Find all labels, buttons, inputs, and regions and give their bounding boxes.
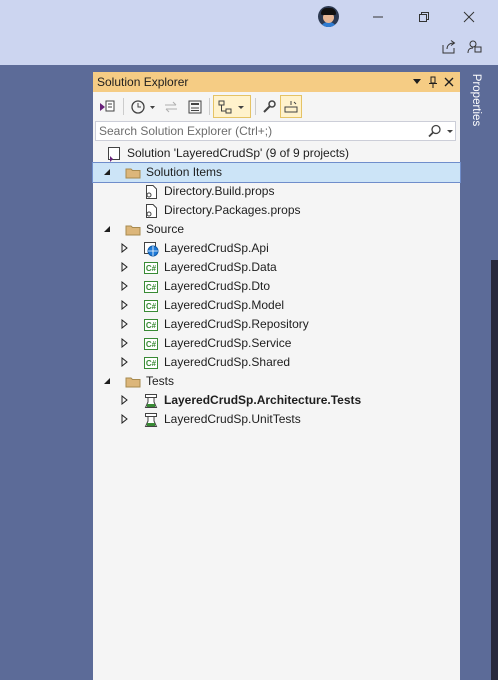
tree-item-label: LayeredCrudSp.Dto [164, 279, 271, 293]
expanded-arrow-icon[interactable] [102, 224, 112, 234]
tree-item-label: Tests [146, 374, 175, 388]
panel-toolbar [93, 92, 460, 121]
tree-item-label: Directory.Packages.props [164, 203, 301, 217]
tree-item-api[interactable]: LayeredCrudSp.Api [93, 239, 460, 258]
expanded-arrow-icon[interactable] [102, 376, 112, 386]
props-file-icon [146, 204, 157, 218]
collapsed-arrow-icon[interactable] [120, 262, 130, 272]
search-options-chevron-down-icon[interactable] [445, 124, 455, 138]
minimize-icon[interactable] [366, 6, 390, 28]
folder-icon [125, 168, 141, 179]
props-file-icon [146, 185, 157, 199]
csharp-project-icon: C# [144, 281, 158, 293]
svg-text:C#: C# [146, 302, 157, 311]
tree-item-label: LayeredCrudSp.Model [164, 298, 285, 312]
tree-item-dto[interactable]: C# LayeredCrudSp.Dto [93, 277, 460, 296]
tree-item-label: LayeredCrudSp.UnitTests [164, 412, 301, 426]
user-avatar[interactable] [318, 6, 339, 27]
tree-item-directory-build-props[interactable]: Directory.Build.props [93, 182, 460, 201]
dropdown-icon[interactable] [409, 74, 425, 90]
tree-item-solution[interactable]: Solution 'LayeredCrudSp' (9 of 9 project… [93, 144, 460, 163]
csharp-project-icon: C# [144, 300, 158, 312]
show-all-files-icon[interactable] [213, 95, 251, 118]
properties-wrench-icon[interactable] [259, 96, 279, 117]
tree-item-label: Solution 'LayeredCrudSp' (9 of 9 project… [127, 146, 350, 160]
switch-views-icon[interactable] [97, 96, 117, 117]
close-icon[interactable] [457, 6, 481, 28]
svg-text:C#: C# [146, 264, 157, 273]
svg-text:C#: C# [146, 359, 157, 368]
svg-text:C#: C# [146, 283, 157, 292]
scrollbar-thumb[interactable] [491, 260, 498, 680]
collapsed-arrow-icon[interactable] [120, 300, 130, 310]
tree-item-tests[interactable]: Tests [93, 372, 460, 391]
search-icon[interactable] [428, 124, 442, 138]
history-icon[interactable] [129, 96, 157, 117]
search-input[interactable] [99, 123, 419, 139]
collapsed-arrow-icon[interactable] [120, 338, 130, 348]
tree-item-data[interactable]: C# LayeredCrudSp.Data [93, 258, 460, 277]
collapsed-arrow-icon[interactable] [120, 243, 130, 253]
folder-icon [125, 225, 141, 236]
svg-text:C#: C# [146, 340, 157, 349]
sync-icon[interactable] [161, 96, 181, 117]
tree-item-architecture-tests[interactable]: LayeredCrudSp.Architecture.Tests [93, 391, 460, 410]
restore-icon[interactable] [412, 6, 436, 28]
folder-icon [125, 377, 141, 388]
web-project-icon [144, 242, 159, 257]
tree-item-model[interactable]: C# LayeredCrudSp.Model [93, 296, 460, 315]
tree-item-label: LayeredCrudSp.Data [164, 260, 277, 274]
collapsed-arrow-icon[interactable] [120, 319, 130, 329]
tree-item-unit-tests[interactable]: LayeredCrudSp.UnitTests [93, 410, 460, 429]
csharp-project-icon: C# [144, 357, 158, 369]
tree-item-label: LayeredCrudSp.Service [164, 336, 292, 350]
collapsed-arrow-icon[interactable] [120, 395, 130, 405]
tree-item-label: LayeredCrudSp.Shared [164, 355, 291, 369]
tree-item-solution-items[interactable]: Solution Items [92, 162, 461, 183]
tree-item-label: Solution Items [146, 165, 223, 179]
tree-item-source[interactable]: Source [93, 220, 460, 239]
tree-item-repository[interactable]: C# LayeredCrudSp.Repository [93, 315, 460, 334]
collapsed-arrow-icon[interactable] [120, 357, 130, 367]
csharp-project-icon: C# [144, 338, 158, 350]
panel-header: Solution Explorer [93, 72, 460, 92]
tree-item-label: Directory.Build.props [164, 184, 275, 198]
close-icon[interactable] [441, 74, 457, 90]
csharp-project-icon: C# [144, 262, 158, 274]
tree-item-label: Source [146, 222, 185, 236]
solution-explorer-panel: Solution Explorer Search Solution Explor… [92, 72, 461, 680]
collapsed-arrow-icon[interactable] [120, 414, 130, 424]
panel-title: Solution Explorer [97, 75, 189, 89]
properties-tab-label: Properties [470, 73, 483, 127]
tree-item-label: LayeredCrudSp.Repository [164, 317, 309, 331]
collapsed-arrow-icon[interactable] [120, 281, 130, 291]
collapse-all-icon[interactable] [185, 96, 205, 117]
test-project-icon [144, 394, 158, 408]
solution-icon [108, 147, 120, 162]
csharp-project-icon: C# [144, 319, 158, 331]
preview-icon[interactable] [280, 95, 302, 118]
tree-item-label: LayeredCrudSp.Api [164, 241, 269, 255]
test-project-icon [144, 413, 158, 427]
search-box [95, 121, 456, 141]
tree-item-label: LayeredCrudSp.Architecture.Tests [164, 393, 362, 407]
svg-text:C#: C# [146, 321, 157, 330]
share-icon[interactable] [439, 37, 459, 57]
expanded-arrow-icon[interactable] [102, 167, 112, 177]
tree-item-service[interactable]: C# LayeredCrudSp.Service [93, 334, 460, 353]
feedback-icon[interactable] [464, 37, 484, 57]
tree-item-shared[interactable]: C# LayeredCrudSp.Shared [93, 353, 460, 372]
pin-icon[interactable] [425, 74, 441, 90]
tree-item-directory-packages-props[interactable]: Directory.Packages.props [93, 201, 460, 220]
title-bar [0, 0, 498, 65]
properties-side-tab[interactable]: Properties [466, 68, 486, 138]
